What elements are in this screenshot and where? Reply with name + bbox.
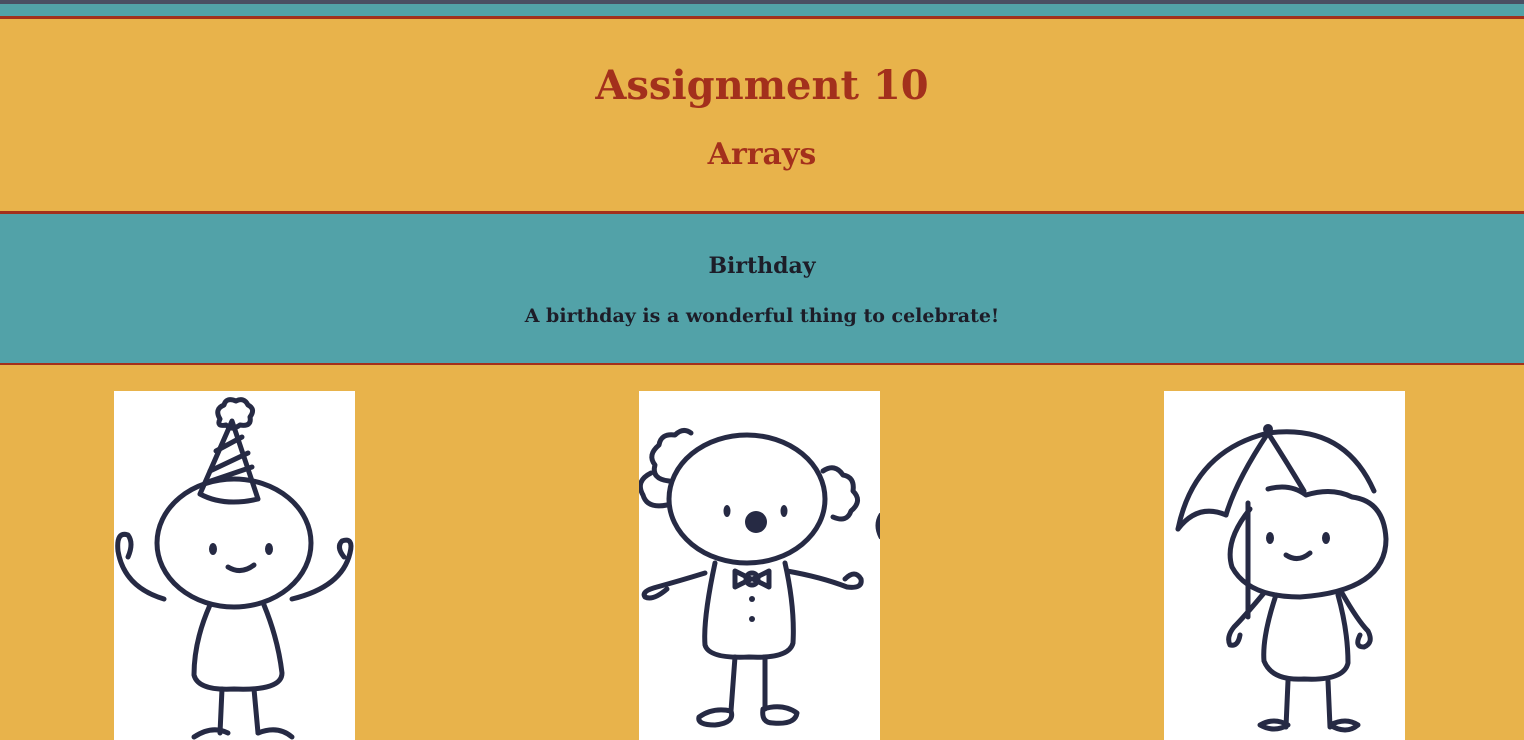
image-gallery	[0, 365, 1524, 740]
gallery-image-umbrella	[1164, 391, 1405, 740]
page-title: Assignment 10	[595, 62, 929, 109]
birthday-banner: Birthday A birthday is a wonderful thing…	[0, 214, 1524, 365]
banner-heading: Birthday	[708, 253, 816, 279]
page-header: Assignment 10 Arrays	[0, 16, 1524, 214]
clown-figure-illustration	[639, 427, 880, 728]
top-strip-teal	[0, 4, 1524, 16]
page-subtitle: Arrays	[707, 137, 817, 172]
banner-text: A birthday is a wonderful thing to celeb…	[524, 305, 1000, 327]
gallery-image-party-hat	[114, 391, 355, 740]
gallery-image-clown	[639, 391, 880, 740]
umbrella-figure-illustration	[1175, 424, 1389, 733]
party-hat-figure-illustration	[115, 397, 354, 740]
